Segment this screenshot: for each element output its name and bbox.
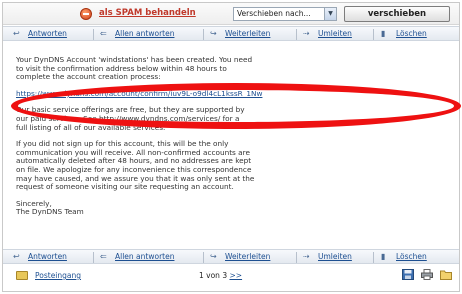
- forward-icon: ↪: [210, 29, 217, 38]
- message-paragraph: Our basic service offerings are free, bu…: [16, 105, 245, 132]
- spam-icon[interactable]: [80, 8, 92, 20]
- redirect-label: Umleiten: [318, 29, 352, 38]
- delete-label: Löschen: [396, 29, 427, 38]
- move-to-folder-select[interactable]: Verschieben nach... ▼: [233, 7, 337, 21]
- reply-all-icon: ⇐: [100, 29, 107, 38]
- forward-button[interactable]: ↪ Weiterleiten: [210, 252, 270, 263]
- message-body: Your DynDNS Account 'windstations' has b…: [16, 55, 448, 225]
- delete-button[interactable]: ▮ Löschen: [381, 252, 427, 263]
- reply-all-button[interactable]: ⇐ Allen antworten: [100, 29, 174, 40]
- reply-label: Antworten: [28, 252, 67, 261]
- delete-label: Löschen: [396, 252, 427, 261]
- delete-icon: ▮: [381, 252, 386, 261]
- forward-button[interactable]: ↪ Weiterleiten: [210, 29, 270, 40]
- delete-icon: ▮: [381, 29, 386, 38]
- reply-icon: ↩: [13, 252, 20, 261]
- confirmation-link[interactable]: https://www.dyndns.com/account/confirm/i…: [16, 89, 262, 98]
- redirect-label: Umleiten: [318, 252, 352, 261]
- redirect-button[interactable]: ⇢ Umleiten: [303, 29, 352, 40]
- reply-all-button[interactable]: ⇐ Allen antworten: [100, 252, 174, 263]
- save-icon[interactable]: [402, 269, 414, 280]
- reply-all-label: Allen antworten: [115, 252, 175, 261]
- message-signature: Sincerely, The DynDNS Team: [16, 198, 84, 217]
- redirect-icon: ⇢: [303, 252, 310, 261]
- mark-as-spam-link[interactable]: als SPAM behandeln: [99, 8, 196, 18]
- mail-panel: als SPAM behandeln Verschieben nach... ▼…: [2, 2, 461, 292]
- message-paragraph: If you did not sign up for this account,…: [16, 139, 255, 192]
- pager: 1 von 3 >>: [199, 271, 242, 280]
- pager-text: 1 von 3: [199, 271, 228, 280]
- delete-button[interactable]: ▮ Löschen: [381, 29, 427, 40]
- top-action-toolbar: ↩ Antworten ⇐ Allen antworten ↪ Weiterleite…: [3, 26, 459, 41]
- folder-icon[interactable]: [440, 269, 452, 280]
- bottom-action-toolbar: ↩ Antworten ⇐ Allen antworten ↪ Weiterleite…: [3, 249, 459, 264]
- print-icon[interactable]: [421, 269, 433, 280]
- reply-button[interactable]: ↩ Antworten: [13, 29, 67, 40]
- reply-all-icon: ⇐: [100, 252, 107, 261]
- reply-label: Antworten: [28, 29, 67, 38]
- move-select-value: Verschieben nach...: [237, 9, 311, 18]
- spam-bar: als SPAM behandeln Verschieben nach... ▼…: [3, 3, 459, 25]
- redirect-icon: ⇢: [303, 29, 310, 38]
- forward-label: Weiterleiten: [225, 29, 271, 38]
- move-button[interactable]: verschieben: [344, 6, 450, 22]
- reply-button[interactable]: ↩ Antworten: [13, 252, 67, 263]
- forward-icon: ↪: [210, 252, 217, 261]
- bottom-nav: Posteingang 1 von 3 >>: [3, 266, 459, 290]
- reply-icon: ↩: [13, 29, 20, 38]
- pager-next-link[interactable]: >>: [229, 271, 242, 280]
- redirect-button[interactable]: ⇢ Umleiten: [303, 252, 352, 263]
- inbox-icon[interactable]: [16, 271, 28, 280]
- forward-label: Weiterleiten: [225, 252, 271, 261]
- message-paragraph: Your DynDNS Account 'windstations' has b…: [16, 55, 253, 82]
- chevron-down-icon[interactable]: ▼: [324, 8, 336, 20]
- reply-all-label: Allen antworten: [115, 29, 175, 38]
- inbox-link[interactable]: Posteingang: [35, 271, 81, 280]
